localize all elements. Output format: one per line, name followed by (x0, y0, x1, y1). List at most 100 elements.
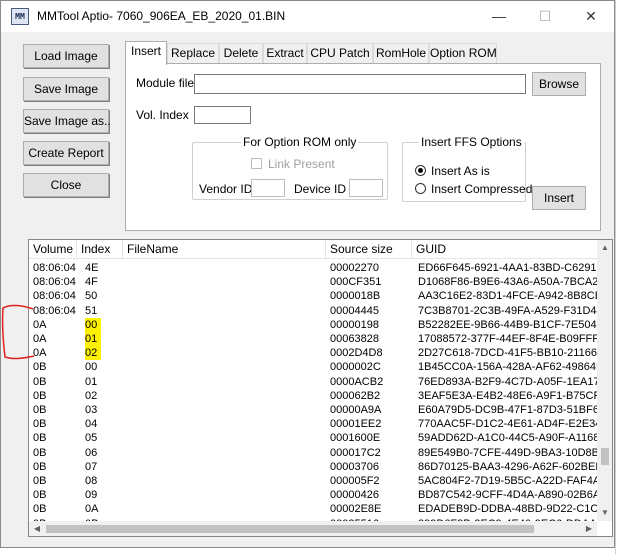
close-button[interactable]: Close (23, 173, 109, 197)
cell-source-size: 00002E8E (330, 503, 382, 516)
cell-source-size: 00002270 (330, 262, 379, 274)
cell-filename (127, 318, 325, 332)
table-row[interactable]: 0B 08 000005F2 5AC804F2-7D19-5B5C-A22D-FAF4… (29, 474, 597, 488)
browse-button[interactable]: Browse (532, 72, 586, 96)
list-header: Volume Index FileName Source size GUID (29, 240, 597, 259)
cell-filename (127, 304, 325, 318)
minimize-button[interactable]: — (476, 1, 522, 32)
cell-source-size: 000062B2 (330, 389, 381, 402)
tab-cpu-patch[interactable]: CPU Patch (307, 43, 373, 64)
option-rom-group-title: For Option ROM only (241, 135, 359, 149)
insert-button[interactable]: Insert (532, 186, 586, 210)
table-row[interactable]: 08:06:04 4E 00002270 ED66F645-6921-4AA1-83B… (29, 261, 597, 275)
table-row[interactable]: 0B 09 00000426 BD87C542-9CFF-4D4A-A890-02B6… (29, 488, 597, 502)
table-row[interactable]: 0B 03 00000A9A E60A79D5-DC9B-47F1-87D3-51BF… (29, 403, 597, 417)
tab-insert[interactable]: Insert (125, 41, 167, 65)
table-row[interactable]: 08:06:04 50 0000018B AA3C16E2-83D1-4FCE-A94… (29, 289, 597, 303)
tab-romhole[interactable]: RomHole (373, 43, 429, 64)
save-image-button[interactable]: Save Image (23, 77, 109, 101)
cell-volume: 0B (33, 389, 47, 402)
table-row[interactable]: 0A 01 00063828 17088572-377F-44EF-8F4E-B09F… (29, 332, 597, 346)
table-row[interactable]: 0B 00 0000002C 1B45CC0A-156A-428A-AF62-4986… (29, 360, 597, 374)
cell-volume: 08:06:04 (33, 276, 76, 289)
application-window: MM MMTool Aptio- 7060_906EA_EB_2020_01.B… (0, 0, 615, 548)
module-file-label: Module file (136, 76, 195, 90)
horizontal-scrollbar[interactable]: ◀ ▶ (29, 521, 597, 536)
table-row[interactable]: 0A 00 00000198 B52282EE-9B66-44B9-B1CF-7E50… (29, 317, 597, 332)
cell-volume: 0B (33, 432, 47, 445)
close-window-button[interactable]: ✕ (568, 1, 614, 32)
module-file-input[interactable] (194, 74, 526, 94)
cell-guid: BD87C542-9CFF-4D4A-A890-02B6AF (418, 489, 597, 502)
title-bar[interactable]: MM MMTool Aptio- 7060_906EA_EB_2020_01.B… (1, 1, 614, 32)
vertical-scroll-thumb[interactable] (601, 448, 609, 465)
vertical-scrollbar[interactable]: ▲ ▼ (597, 240, 612, 521)
option-rom-group: For Option ROM only Link Present Vendor … (192, 135, 388, 200)
cell-volume: 0B (33, 446, 47, 459)
horizontal-scroll-thumb[interactable] (46, 525, 534, 533)
cell-volume: 08:06:04 (33, 262, 76, 274)
cell-source-size: 0000002C (330, 361, 381, 374)
cell-index: 08 (85, 475, 98, 487)
cell-filename (127, 346, 325, 360)
cell-guid: 3EAF5E3A-E4B2-48E6-A9F1-B75CF2 (418, 389, 597, 402)
cell-guid: 17088572-377F-44EF-8F4E-B09FFF4 (418, 333, 597, 345)
module-list[interactable]: Volume Index FileName Source size GUID 0… (28, 239, 613, 537)
cell-volume: 0B (33, 418, 47, 431)
column-header-volume[interactable]: Volume (29, 240, 77, 259)
tab-replace[interactable]: Replace (167, 43, 219, 64)
scroll-down-arrow-icon[interactable]: ▼ (597, 505, 612, 521)
vendor-id-input[interactable] (251, 179, 285, 197)
table-row[interactable]: 0B 06 000017C2 89E549B0-7CFE-449D-9BA3-10D8… (29, 446, 597, 460)
cell-filename (127, 275, 325, 289)
table-row[interactable]: 0B 04 00001EE2 770AAC5F-D1C2-4E61-AD4F-E2E3… (29, 417, 597, 431)
cell-guid: EDADEB9D-DDBA-48BD-9D22-C1C7 (418, 503, 597, 516)
load-image-button[interactable]: Load Image (23, 44, 109, 68)
link-present-label: Link Present (268, 157, 335, 171)
cell-index: 02 (85, 389, 98, 402)
column-header-index[interactable]: Index (77, 240, 123, 259)
table-row[interactable]: 08:06:04 4F 000CF351 D1068F86-B9E6-43A6-A50… (29, 275, 597, 289)
insert-ffs-options-title: Insert FFS Options (419, 135, 524, 149)
link-present-checkbox[interactable] (251, 158, 262, 169)
save-image-as-button[interactable]: Save Image as.. (23, 109, 111, 133)
device-id-input[interactable] (349, 179, 383, 197)
tab-option-rom[interactable]: Option ROM (429, 43, 497, 64)
insert-as-is-label: Insert As is (431, 164, 490, 178)
cell-guid: ED66F645-6921-4AA1-83BD-C62917 (418, 262, 597, 274)
cell-source-size: 0000018B (330, 290, 381, 303)
cell-source-size: 000017C2 (330, 446, 381, 459)
cell-filename (127, 289, 325, 303)
tab-extract[interactable]: Extract (263, 43, 307, 64)
cell-index: 09 (85, 489, 98, 502)
maximize-button[interactable]: ☐ (522, 1, 568, 32)
cell-index: 04 (85, 418, 98, 431)
create-report-button[interactable]: Create Report (23, 141, 109, 165)
cell-index: 00 (85, 317, 101, 332)
window-title: MMTool Aptio- 7060_906EA_EB_2020_01.BIN (37, 9, 286, 23)
vol-index-input[interactable] (194, 106, 251, 124)
table-row[interactable]: 0B 07 00003706 86D70125-BAA3-4296-A62F-602B… (29, 460, 597, 474)
cell-guid: 86D70125-BAA3-4296-A62F-602BEB (418, 460, 597, 473)
table-row[interactable]: 0B 0A 00002E8E EDADEB9D-DDBA-48BD-9D22-C1C7 (29, 502, 597, 516)
scroll-right-arrow-icon[interactable]: ▶ (581, 521, 597, 536)
scroll-up-arrow-icon[interactable]: ▲ (597, 240, 612, 256)
table-row[interactable]: 0B 01 0000ACB2 76ED893A-B2F9-4C7D-A05F-1EA1… (29, 375, 597, 389)
insert-as-is-radio[interactable] (415, 165, 426, 176)
cell-source-size: 00063828 (330, 333, 379, 345)
column-header-filename[interactable]: FileName (123, 240, 326, 259)
table-row[interactable]: 0A 02 0002D4D8 2D27C618-7DCD-41F5-BB10-2116… (29, 346, 597, 361)
tab-delete[interactable]: Delete (219, 43, 263, 64)
table-row[interactable]: 0B 02 000062B2 3EAF5E3A-E4B2-48E6-A9F1-B75C… (29, 389, 597, 403)
table-row[interactable]: 0B 05 0001600E 59ADD62D-A1C0-44C5-A90F-A116… (29, 431, 597, 445)
cell-filename (127, 474, 325, 488)
scroll-left-arrow-icon[interactable]: ◀ (29, 521, 45, 536)
app-icon: MM (11, 8, 29, 25)
column-header-guid[interactable]: GUID (412, 240, 597, 259)
cell-filename (127, 375, 325, 389)
cell-guid: 59ADD62D-A1C0-44C5-A90F-A1168 (418, 432, 597, 445)
cell-guid: AA3C16E2-83D1-4FCE-A942-8B8CB (418, 290, 597, 303)
table-row[interactable]: 08:06:04 51 00004445 7C3B8701-2C3B-49FA-A52… (29, 304, 597, 318)
insert-compressed-radio[interactable] (415, 183, 426, 194)
column-header-source-size[interactable]: Source size (326, 240, 412, 259)
